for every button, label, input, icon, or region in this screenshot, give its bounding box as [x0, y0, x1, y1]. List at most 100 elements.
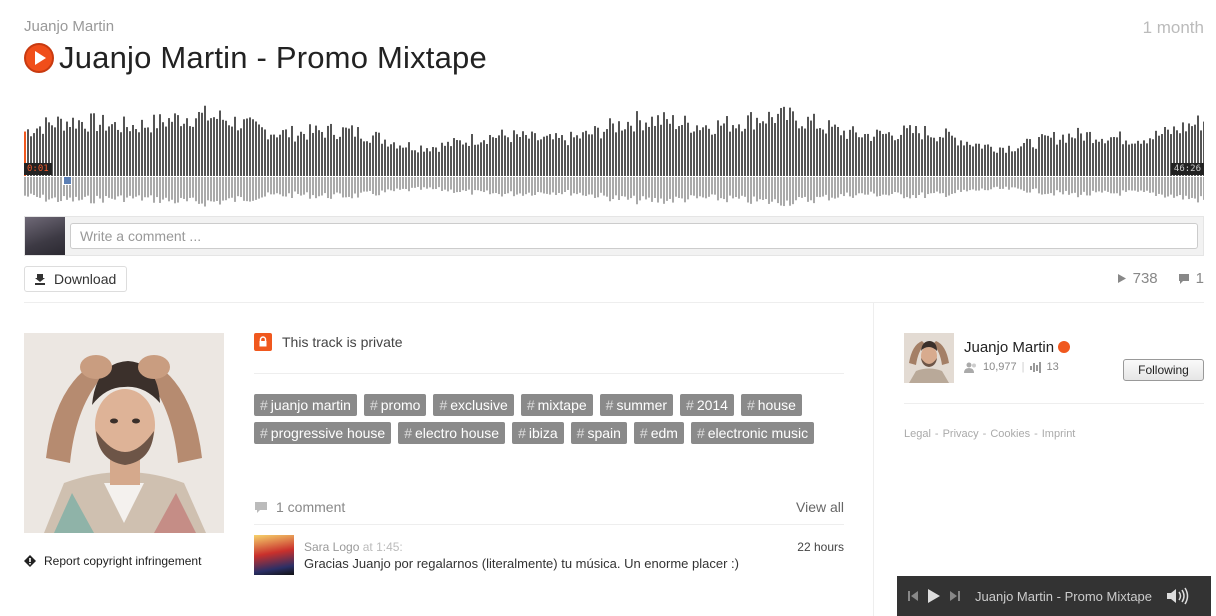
- posted-age: 1 month: [1142, 18, 1204, 37]
- waveform-reflection-bar: [447, 177, 449, 192]
- waveform-reflection-bar: [615, 177, 617, 196]
- waveform-bar: [99, 124, 101, 176]
- artist-link[interactable]: Juanjo Martin: [24, 18, 114, 35]
- waveform-reflection-bar: [654, 177, 656, 199]
- waveform-reflection-bar: [1101, 177, 1103, 193]
- waveform-reflection-bar: [600, 177, 602, 193]
- waveform-reflection-bar: [303, 177, 305, 195]
- waveform-reflection-bar: [603, 177, 605, 196]
- waveform-bar: [672, 115, 674, 176]
- waveform[interactable]: 0:01 46:26: [24, 98, 1204, 210]
- waveform-bar: [81, 121, 83, 176]
- tag-chip[interactable]: # spain: [570, 422, 627, 444]
- waveform-reflection-bar: [483, 177, 485, 193]
- footer-link-legal[interactable]: Legal: [904, 428, 931, 440]
- waveform-bar: [945, 128, 947, 176]
- uploader-avatar[interactable]: [904, 333, 954, 383]
- commenter-avatar[interactable]: [254, 535, 294, 575]
- waveform-reflection-bar: [723, 177, 725, 200]
- tag-chip[interactable]: # house: [740, 394, 802, 416]
- waveform-reflection-bar: [735, 177, 737, 198]
- waveform-bar: [804, 128, 806, 176]
- tag-chip[interactable]: # electro house: [398, 422, 506, 444]
- waveform-bar: [918, 133, 920, 176]
- tag-chip[interactable]: # progressive house: [254, 422, 392, 444]
- comments-count-label: 1 comment: [254, 499, 345, 515]
- tag-chip[interactable]: # promo: [363, 394, 427, 416]
- next-button[interactable]: [949, 590, 961, 602]
- waveform-reflection-bar: [702, 177, 704, 198]
- waveform-reflection-bar: [264, 177, 266, 197]
- waveform-bar: [693, 131, 695, 176]
- tag-chip[interactable]: # summer: [599, 394, 674, 416]
- waveform-reflection-bar: [78, 177, 80, 201]
- waveform-reflection-bar: [108, 177, 110, 198]
- waveform-reflection-bar: [891, 177, 893, 194]
- mini-play-button[interactable]: [927, 588, 941, 604]
- waveform-bar: [210, 118, 212, 176]
- followers-count[interactable]: 10,977: [983, 361, 1017, 373]
- comment-input[interactable]: [70, 223, 1198, 249]
- waveform-bar: [840, 135, 842, 176]
- waveform-bar: [723, 123, 725, 176]
- waveform-reflection-bar: [927, 177, 929, 195]
- timed-comment-marker[interactable]: [63, 176, 72, 185]
- waveform-reflection-bar: [156, 177, 158, 198]
- waveform-bar: [906, 128, 908, 176]
- waveform-reflection-bar: [780, 177, 782, 206]
- download-button[interactable]: Download: [24, 266, 127, 292]
- waveform-bar: [867, 133, 869, 176]
- view-all-link[interactable]: View all: [796, 499, 844, 515]
- commenter-name[interactable]: Sara Logo: [304, 540, 359, 554]
- previous-button[interactable]: [907, 590, 919, 602]
- footer-link-cookies[interactable]: Cookies: [990, 428, 1030, 440]
- waveform-bar: [1047, 135, 1049, 176]
- private-label: This track is private: [282, 334, 403, 350]
- waveform-reflection-bar: [567, 177, 569, 190]
- waveform-bar: [171, 121, 173, 176]
- waveform-bar: [1146, 143, 1148, 176]
- tag-chip[interactable]: # ibiza: [512, 422, 564, 444]
- waveform-bar: [984, 144, 986, 176]
- play-button[interactable]: [24, 43, 54, 73]
- waveform-reflection-bar: [954, 177, 956, 194]
- private-notice: This track is private: [254, 333, 403, 351]
- mini-player-title[interactable]: Juanjo Martin - Promo Mixtape: [975, 589, 1152, 604]
- tag-chip[interactable]: # edm: [633, 422, 684, 444]
- following-button[interactable]: Following: [1123, 359, 1204, 381]
- tag-chip[interactable]: # electronic music: [690, 422, 815, 444]
- tracks-icon: [1029, 361, 1041, 373]
- footer-link-privacy[interactable]: Privacy: [943, 428, 979, 440]
- footer-link-imprint[interactable]: Imprint: [1042, 428, 1076, 440]
- waveform-bar: [666, 119, 668, 176]
- tag-chip[interactable]: # exclusive: [433, 394, 514, 416]
- tracks-count[interactable]: 13: [1047, 361, 1059, 373]
- waveform-bar: [912, 133, 914, 176]
- comments-stat[interactable]: 1: [1178, 270, 1204, 287]
- waveform-bar: [1110, 137, 1112, 176]
- waveform-bar: [447, 141, 449, 176]
- waveform-bar: [660, 124, 662, 176]
- waveform-reflection-bar: [1182, 177, 1184, 200]
- waveform-bar: [330, 123, 332, 176]
- waveform-reflection-bar: [1086, 177, 1088, 196]
- waveform-bar: [684, 115, 686, 176]
- waveform-reflection-bar: [513, 177, 515, 197]
- waveform-reflection-bar: [240, 177, 242, 198]
- track-artwork[interactable]: [24, 333, 224, 533]
- waveform-reflection-bar: [945, 177, 947, 197]
- tag-chip[interactable]: # juanjo martin: [254, 394, 357, 416]
- uploader-name[interactable]: Juanjo Martin: [964, 339, 1071, 356]
- waveform-reflection-bar: [1110, 177, 1112, 194]
- tag-chip[interactable]: # mixtape: [520, 394, 593, 416]
- waveform-reflection-bar: [942, 177, 944, 194]
- volume-button[interactable]: [1166, 587, 1192, 605]
- report-copyright-link[interactable]: Report copyright infringement: [24, 554, 201, 568]
- waveform-reflection-bar: [879, 177, 881, 196]
- waveform-reflection-bar: [1158, 177, 1160, 194]
- hash-icon: #: [639, 425, 648, 441]
- tag-chip[interactable]: #2014: [680, 394, 734, 416]
- comment-timestamp[interactable]: at 1:45:: [363, 540, 403, 554]
- waveform-reflection-bar: [1059, 177, 1061, 193]
- waveform-reflection-bar: [621, 177, 623, 197]
